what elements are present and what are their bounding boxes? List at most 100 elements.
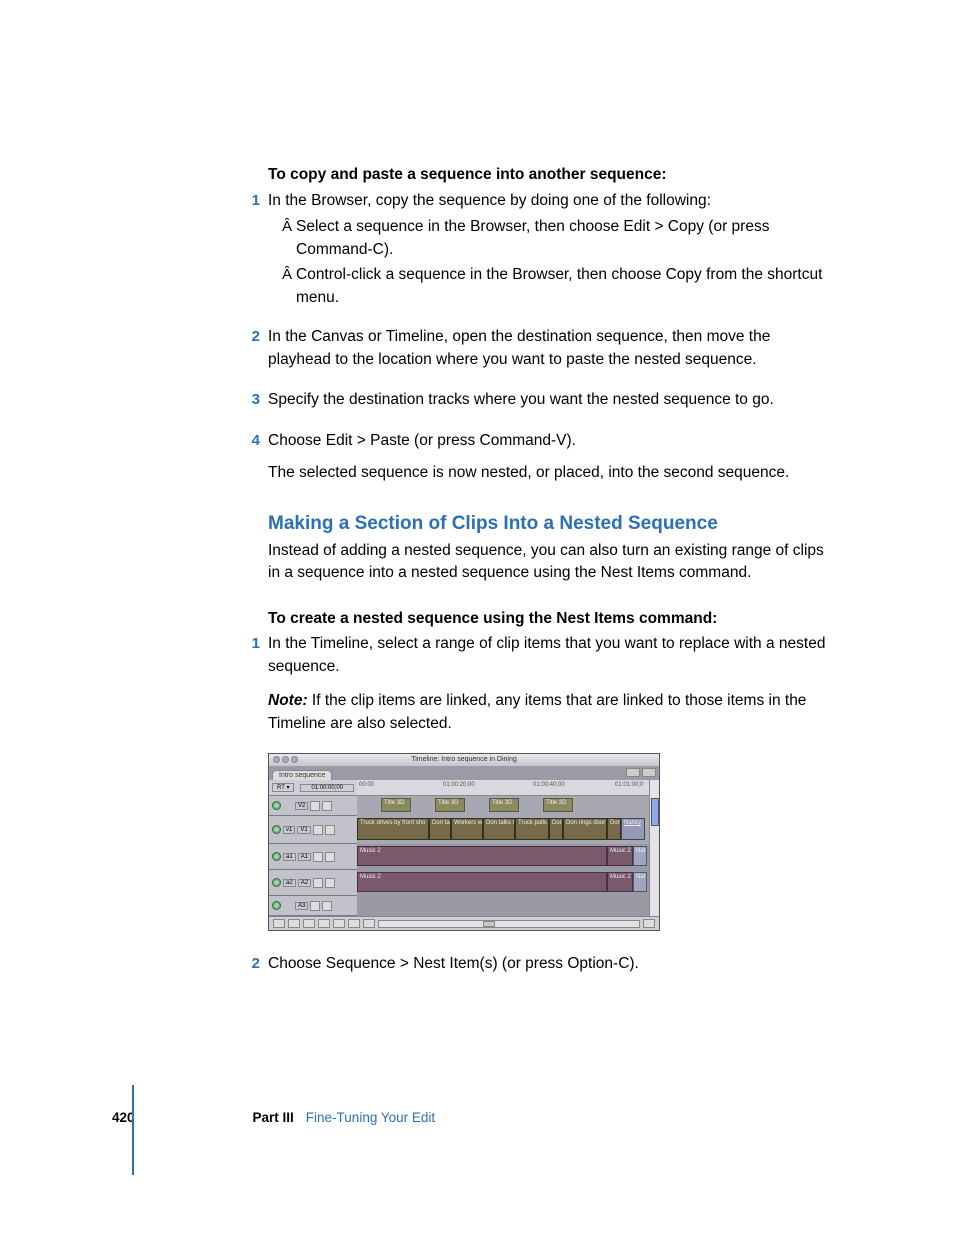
close-icon[interactable] <box>273 756 280 763</box>
slider-thumb[interactable] <box>483 921 495 927</box>
track-v1[interactable]: V1 <box>297 826 310 834</box>
ruler-tick: 01:00:20;00 <box>443 782 475 788</box>
clip[interactable]: Title 3D <box>489 798 519 812</box>
minimize-icon[interactable] <box>282 756 289 763</box>
page-footer: 420 Part III Fine-Tuning Your Edit <box>112 1110 435 1125</box>
track-header-column: RT ▾ 01:00:00;00 V2 v1 <box>269 780 357 916</box>
procedure-heading-1: To copy and paste a sequence into anothe… <box>268 165 836 186</box>
source-control[interactable] <box>272 901 281 910</box>
vertical-scrollbar[interactable] <box>649 780 659 916</box>
step-number: 2 <box>244 953 260 975</box>
timeline-screenshot: Timeline: Intro sequence in Dining Intro… <box>268 753 660 931</box>
rt-popup[interactable]: RT ▾ <box>272 783 294 792</box>
note-label: Note: <box>268 692 308 709</box>
page-content: To copy and paste a sequence into anothe… <box>268 165 836 980</box>
timeline-ruler[interactable]: 00:00 01:00:20;00 01:00:40;00 01:01:00;0 <box>357 780 649 796</box>
track-lane-a1[interactable]: Music 2 Music 2 Nan <box>357 844 649 870</box>
toggle-button[interactable] <box>333 919 345 928</box>
clip-audio[interactable]: Nan <box>633 846 647 866</box>
layout-button[interactable] <box>642 768 656 777</box>
source-control[interactable] <box>272 852 281 861</box>
traffic-lights <box>273 756 298 763</box>
note-body: If the clip items are linked, any items … <box>268 692 806 731</box>
step-number: 3 <box>244 389 260 411</box>
clip-selected[interactable]: Truck drives by front sho <box>357 818 429 840</box>
src-a2[interactable]: a2 <box>283 879 296 887</box>
zoom-icon[interactable] <box>291 756 298 763</box>
timeline-footer <box>269 916 659 930</box>
zoom-slider[interactable] <box>378 920 640 928</box>
clip-selected[interactable]: Workers w <box>451 818 483 840</box>
step-1-text: In the Timeline, select a range of clip … <box>268 633 836 678</box>
sequence-tab[interactable]: Intro sequence <box>272 770 332 780</box>
bullet-1: Select a sequence in the Browser, then c… <box>296 216 836 261</box>
step-1-text: In the Browser, copy the sequence by doi… <box>268 190 836 212</box>
track-lane-v2[interactable]: Title 3D Title 3D Title 3D Title 3D <box>357 796 649 816</box>
toggle-button[interactable] <box>348 919 360 928</box>
toggle-button[interactable] <box>643 919 655 928</box>
clip-audio[interactable]: Music 2 <box>607 872 633 892</box>
auto-select-icon[interactable] <box>325 878 335 888</box>
track-lane-v1[interactable]: Truck drives by front sho Don tal Worker… <box>357 816 649 844</box>
intro-text: Instead of adding a nested sequence, you… <box>268 540 836 585</box>
clip-audio[interactable]: Music 2 <box>607 846 633 866</box>
clip[interactable]: Title 3D <box>435 798 465 812</box>
step-2-text: In the Canvas or Timeline, open the dest… <box>268 326 836 371</box>
track-a3[interactable]: A3 <box>295 902 308 910</box>
footer-rule <box>132 1085 134 1175</box>
clip[interactable]: Title 3D <box>381 798 411 812</box>
step-number: 4 <box>244 430 260 452</box>
track-a1[interactable]: A1 <box>298 853 311 861</box>
lock-icon[interactable] <box>310 901 320 911</box>
tab-bar: Intro sequence <box>269 766 659 780</box>
clip-audio[interactable]: Music 2 <box>357 846 607 866</box>
auto-select-icon[interactable] <box>325 825 335 835</box>
auto-select-icon[interactable] <box>322 801 332 811</box>
clip-selected[interactable]: Nancy <box>621 818 645 840</box>
clip[interactable]: Title 3D <box>543 798 573 812</box>
toggle-button[interactable] <box>288 919 300 928</box>
ruler-tick: 01:01:00;0 <box>615 782 643 788</box>
auto-select-icon[interactable] <box>322 901 332 911</box>
clip-selected[interactable]: Don rings door <box>563 818 607 840</box>
clip-audio[interactable]: Nan <box>633 872 647 892</box>
bullet-icon: Â <box>282 216 296 261</box>
lock-icon[interactable] <box>310 801 320 811</box>
track-lane-a2[interactable]: Music 2 Music 2 Nan <box>357 870 649 896</box>
step-number: 2 <box>244 326 260 371</box>
subsection-title: Making a Section of Clips Into a Nested … <box>268 513 836 535</box>
scrollbar-thumb[interactable] <box>651 798 659 826</box>
source-control[interactable] <box>272 825 281 834</box>
toggle-button[interactable] <box>303 919 315 928</box>
source-control[interactable] <box>272 878 281 887</box>
clip-selected[interactable]: Don <box>549 818 563 840</box>
clip-audio[interactable]: Music 2 <box>357 872 607 892</box>
lock-icon[interactable] <box>313 852 323 862</box>
clip-selected[interactable]: Don talks t <box>483 818 515 840</box>
auto-select-icon[interactable] <box>325 852 335 862</box>
toggle-button[interactable] <box>273 919 285 928</box>
toggle-button[interactable] <box>318 919 330 928</box>
src-a1[interactable]: a1 <box>283 853 296 861</box>
toggle-button[interactable] <box>363 919 375 928</box>
track-a2[interactable]: A2 <box>298 879 311 887</box>
source-control[interactable] <box>272 801 281 810</box>
layout-button[interactable] <box>626 768 640 777</box>
window-titlebar: Timeline: Intro sequence in Dining <box>269 754 659 766</box>
track-v2[interactable]: V2 <box>295 802 308 810</box>
lock-icon[interactable] <box>313 878 323 888</box>
step-number: 1 <box>244 633 260 678</box>
current-timecode[interactable]: 01:00:00;00 <box>300 784 354 792</box>
bullet-icon: Â <box>282 264 296 309</box>
step-4-text: Choose Edit > Paste (or press Command-V)… <box>268 430 836 452</box>
clip-selected[interactable]: Truck pulls <box>515 818 549 840</box>
timeline-tracks[interactable]: 00:00 01:00:20;00 01:00:40;00 01:01:00;0… <box>357 780 649 916</box>
clip-selected[interactable]: Don tal <box>429 818 451 840</box>
track-lane-a3[interactable] <box>357 896 649 916</box>
ruler-tick: 00:00 <box>359 782 374 788</box>
part-label: Part III <box>253 1110 294 1125</box>
src-v1[interactable]: v1 <box>283 826 295 834</box>
lock-icon[interactable] <box>313 825 323 835</box>
clip-selected[interactable]: Don <box>607 818 621 840</box>
ruler-tick: 01:00:40;00 <box>533 782 565 788</box>
